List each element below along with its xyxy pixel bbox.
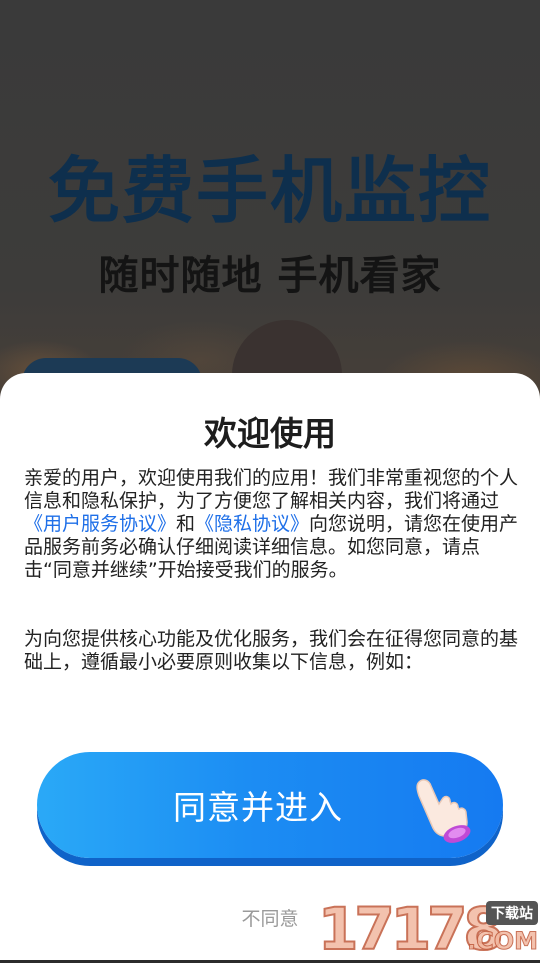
dialog-body: 亲爱的用户，欢迎使用我们的应用！我们非常重视您的个人信息和隐私保护，为了方便您了…	[24, 467, 519, 720]
paragraph-text: 和	[176, 513, 196, 535]
privacy-paragraph: 亲爱的用户，欢迎使用我们的应用！我们非常重视您的个人信息和隐私保护，为了方便您了…	[24, 467, 519, 582]
privacy-policy-link[interactable]: 《隐私协议》	[195, 513, 309, 535]
splash-title: 免费手机监控	[47, 149, 492, 233]
pointing-hand-icon	[416, 779, 471, 843]
paragraph-text: 亲爱的用户，欢迎使用我们的应用！我们非常重视您的个人信息和隐私保护，为了方便您了…	[24, 467, 519, 512]
dialog-title: 欢迎使用	[204, 414, 336, 453]
disagree-button[interactable]: 不同意	[220, 904, 320, 931]
splash-subtitle: 随时随地 手机看家	[98, 253, 442, 299]
watermark-logo: 17178 下载站 .COM	[317, 894, 540, 963]
user-agreement-link[interactable]: 《用户服务协议》	[24, 513, 176, 535]
data-collection-paragraph: 为向您提供核心功能及优化服务，我们会在征得您同意的基础上，遵循最小必要原则收集以…	[24, 628, 519, 673]
watermark-suffix: .COM	[466, 927, 538, 956]
agree-and-enter-button[interactable]: 同意并进入	[37, 752, 503, 858]
privacy-dialog: 欢迎使用 亲爱的用户，欢迎使用我们的应用！我们非常重视您的个人信息和隐私保护，为…	[0, 373, 540, 960]
watermark-tag: 下载站	[486, 901, 538, 925]
agree-button-label: 同意并进入	[173, 788, 343, 827]
